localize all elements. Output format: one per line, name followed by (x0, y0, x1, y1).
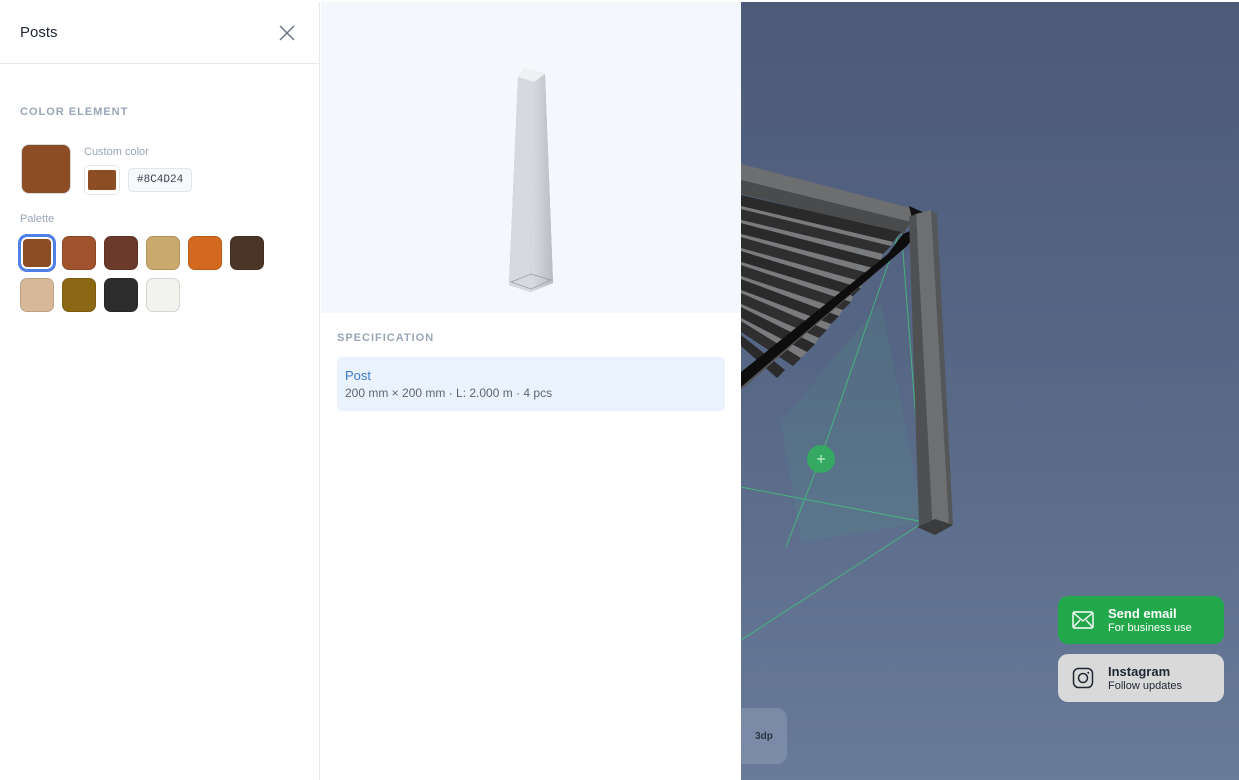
hex-color-input[interactable]: #8C4D24 (128, 168, 193, 192)
palette-swatch[interactable] (230, 236, 264, 270)
palette-swatch[interactable] (188, 236, 222, 270)
spec-item-name: Post (345, 368, 372, 383)
close-button[interactable] (275, 21, 299, 45)
palette-grid (20, 236, 280, 312)
panel-title: Posts (20, 24, 58, 41)
palette-swatch[interactable] (104, 278, 138, 312)
color-panel: Posts COLOR ELEMENT Custom color #8C4D24… (0, 2, 320, 780)
detail-panel: SPECIFICATION Post 200 mm × 200 mm · L: … (321, 2, 741, 780)
palette-swatch[interactable] (20, 278, 54, 312)
close-icon (279, 24, 295, 41)
spec-item-detail: 200 mm × 200 mm · L: 2.000 m · 4 pcs (345, 386, 553, 400)
custom-color-label: Custom color (84, 146, 149, 158)
instagram-subtitle: Follow updates (1108, 680, 1182, 692)
specification-label: SPECIFICATION (337, 332, 435, 344)
palette-swatch[interactable] (62, 278, 96, 312)
email-subtitle: For business use (1108, 622, 1192, 634)
panel-header: Posts (0, 2, 319, 64)
palette-swatch[interactable] (20, 236, 54, 270)
send-email-button[interactable]: Send email For business use (1058, 596, 1224, 644)
palette-label: Palette (20, 213, 55, 225)
palette-swatch[interactable] (62, 236, 96, 270)
post-model-image (509, 68, 553, 292)
email-title: Send email (1108, 606, 1177, 621)
palette-swatch[interactable] (146, 278, 180, 312)
color-element-label: COLOR ELEMENT (20, 106, 129, 118)
instagram-button[interactable]: Instagram Follow updates (1058, 654, 1224, 702)
view-mode-button[interactable]: 3dp (741, 708, 787, 764)
custom-color-picker[interactable] (84, 165, 120, 195)
palette-swatch[interactable] (146, 236, 180, 270)
spec-item-post[interactable]: Post 200 mm × 200 mm · L: 2.000 m · 4 pc… (337, 357, 725, 411)
instagram-icon (1070, 665, 1096, 691)
mail-icon (1070, 607, 1096, 633)
post-preview (321, 2, 741, 313)
current-color-swatch[interactable] (21, 144, 71, 194)
palette-swatch[interactable] (104, 236, 138, 270)
instagram-title: Instagram (1108, 664, 1171, 679)
custom-color-swatch (88, 170, 116, 190)
